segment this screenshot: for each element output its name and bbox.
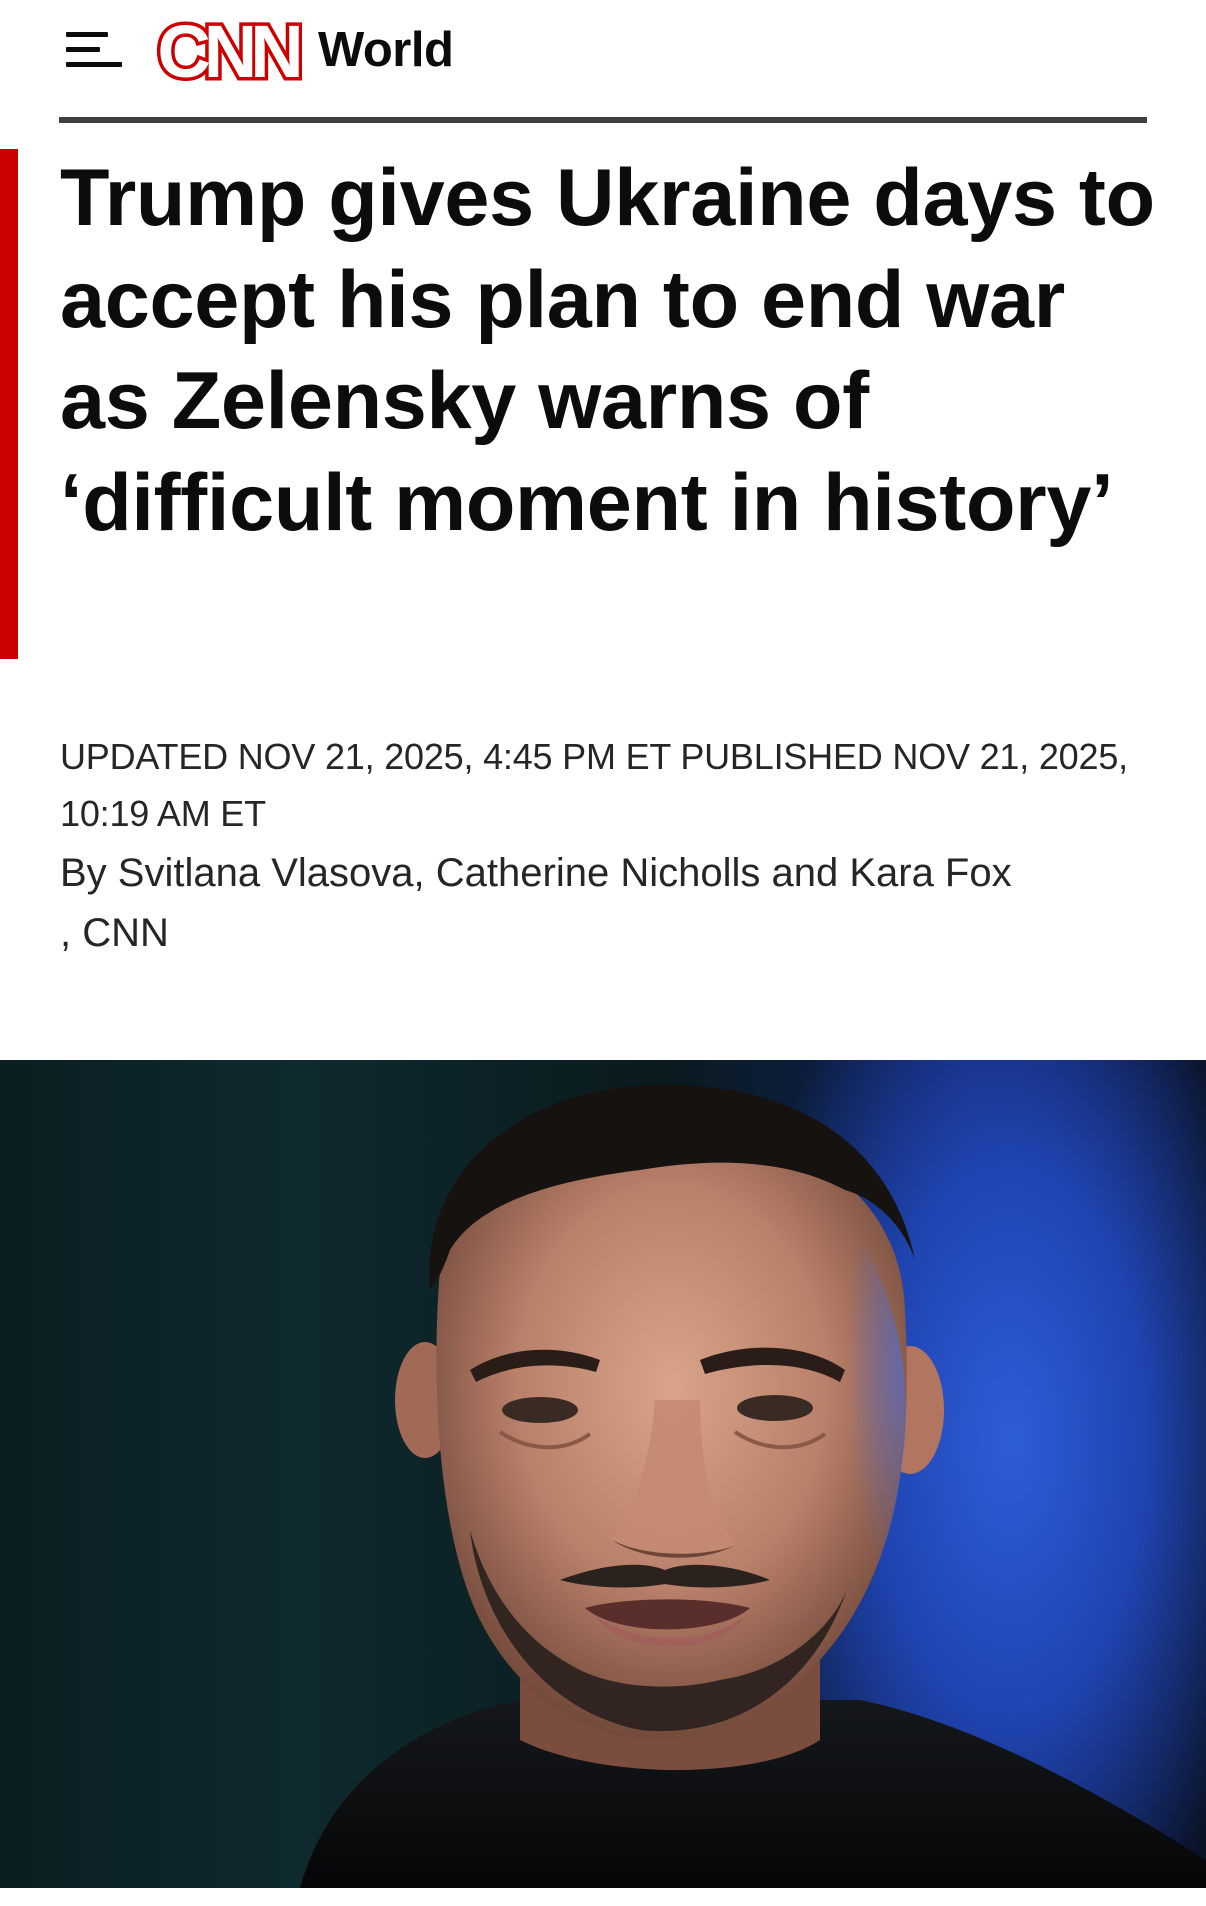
menu-line xyxy=(66,62,122,67)
byline-separator: , xyxy=(413,851,436,895)
headline-accent-bar xyxy=(0,149,18,659)
eye-right xyxy=(737,1395,813,1421)
byline-source: , CNN xyxy=(60,911,169,955)
portrait-illustration xyxy=(300,1084,1206,1888)
hamburger-menu-icon[interactable] xyxy=(66,28,124,72)
menu-line xyxy=(66,32,108,37)
author-link-svitlana-vlasova[interactable]: Svitlana Vlasova xyxy=(118,851,414,895)
byline-prefix: By xyxy=(60,851,118,895)
article-byline: By Svitlana Vlasova, Catherine Nicholls … xyxy=(60,843,1160,963)
author-link-kara-fox[interactable]: Kara Fox xyxy=(849,851,1011,895)
section-world-link[interactable]: World xyxy=(318,22,454,78)
article-headline: Trump gives Ukraine days to accept his p… xyxy=(60,153,1155,548)
eye-left xyxy=(502,1397,578,1423)
cnn-logo[interactable]: CNN xyxy=(152,16,302,88)
author-link-catherine-nicholls[interactable]: Catherine Nicholls xyxy=(436,851,761,895)
lead-image[interactable] xyxy=(0,1060,1206,1888)
byline-separator: and xyxy=(760,851,850,895)
article-timestamp: UPDATED NOV 21, 2025, 4:45 PM ET PUBLISH… xyxy=(60,736,1128,834)
site-header: CNN World xyxy=(0,0,1206,123)
menu-line xyxy=(66,47,100,52)
cnn-logo-text: CNN xyxy=(157,16,299,88)
header-divider xyxy=(59,117,1147,123)
